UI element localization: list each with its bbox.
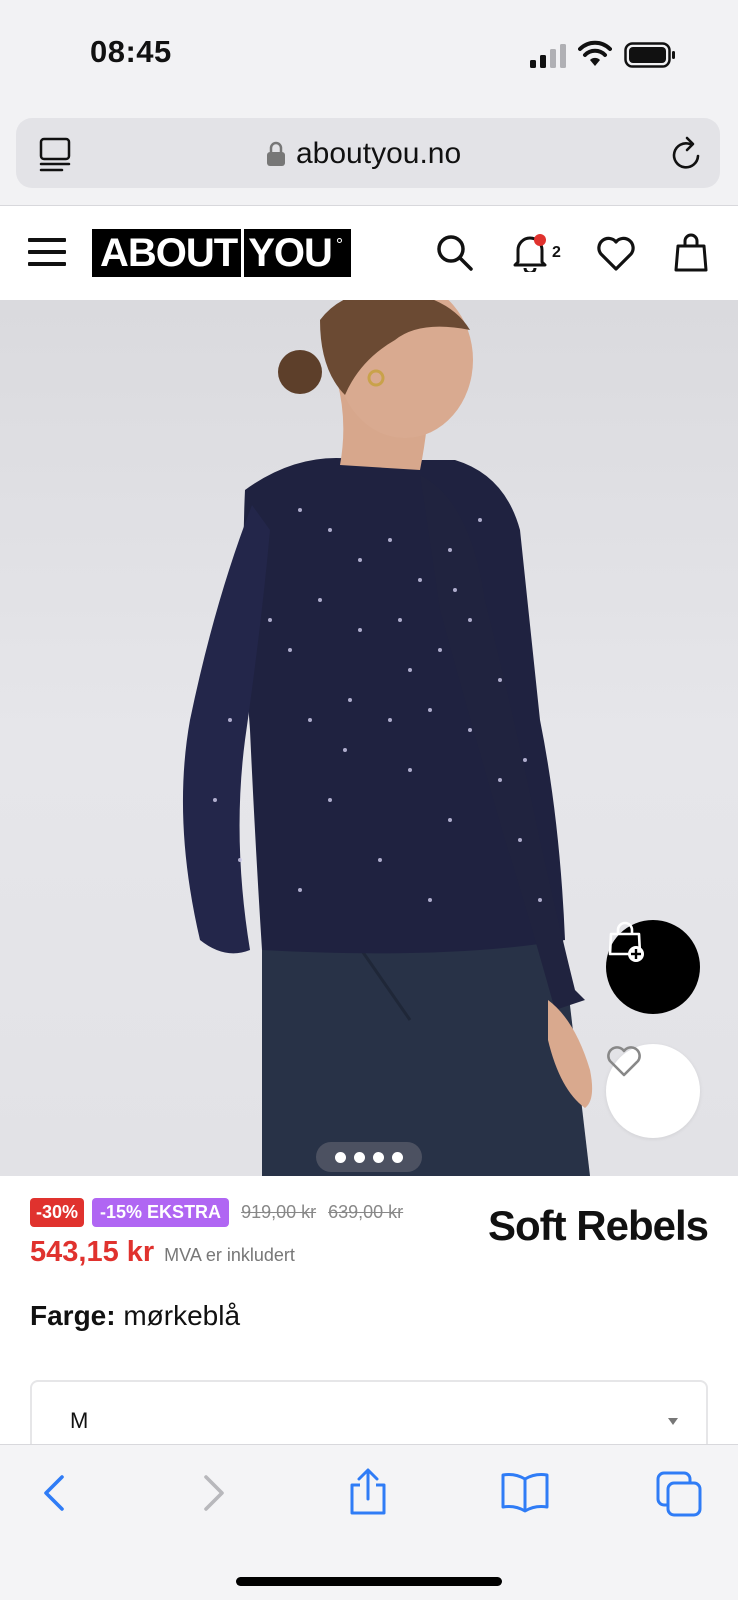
url-text: aboutyou.no xyxy=(296,137,462,170)
about-you-logo[interactable]: ABOUT YOU ° xyxy=(92,229,352,277)
bag-icon[interactable] xyxy=(674,232,708,272)
url-display[interactable]: aboutyou.no xyxy=(266,137,462,170)
notifications-button[interactable]: 2 xyxy=(512,232,572,274)
current-price: 543,15 kr xyxy=(30,1236,155,1268)
browser-toolbar xyxy=(0,1444,738,1600)
status-time: 08:45 xyxy=(90,34,172,69)
current-price-row: 543,15 kr MVA er inkludert xyxy=(30,1236,295,1269)
bookmarks-icon[interactable] xyxy=(500,1471,550,1513)
brand-name[interactable]: Soft Rebels xyxy=(488,1202,709,1250)
site-header: ABOUT YOU ° 2 xyxy=(0,206,738,300)
gallery-dot[interactable] xyxy=(373,1151,384,1163)
tabs-overview-icon[interactable] xyxy=(656,1471,702,1517)
page-menu-icon[interactable] xyxy=(38,136,72,172)
heart-icon[interactable] xyxy=(596,234,636,272)
gallery-dot[interactable] xyxy=(392,1151,403,1163)
product-info: -30% -15% EKSTRA 919,00 kr 639,00 kr 543… xyxy=(0,1176,738,1460)
menu-icon[interactable] xyxy=(28,236,66,268)
logo-text-right: YOU xyxy=(248,231,333,275)
battery-icon xyxy=(624,42,675,68)
wishlist-button[interactable] xyxy=(606,1044,700,1138)
browser-address-area: aboutyou.no xyxy=(0,110,738,206)
logo-mark: ° xyxy=(335,235,344,255)
notification-dot xyxy=(534,234,546,246)
discount-badge: -30% xyxy=(30,1198,85,1227)
lock-icon xyxy=(267,141,285,166)
extra-discount-badge: -15% EKSTRA xyxy=(92,1198,230,1227)
logo-text-left: ABOUT xyxy=(100,231,238,275)
status-bar: 08:45 xyxy=(0,0,738,110)
cellular-signal-icon xyxy=(530,44,566,68)
chevron-down-icon xyxy=(668,1418,678,1425)
notification-count: 2 xyxy=(552,244,561,261)
reload-icon[interactable] xyxy=(670,136,704,172)
address-bar[interactable]: aboutyou.no xyxy=(16,118,720,188)
sale-price-before-extra: 639,00 kr xyxy=(328,1202,404,1222)
share-icon[interactable] xyxy=(346,1467,390,1517)
wifi-icon xyxy=(578,40,612,66)
back-icon[interactable] xyxy=(38,1473,72,1513)
home-indicator xyxy=(236,1577,502,1586)
vat-note: MVA er inkludert xyxy=(164,1245,295,1265)
original-price: 919,00 kr xyxy=(241,1202,317,1222)
heart-outline-icon xyxy=(607,1046,641,1077)
color-value: mørkeblå xyxy=(123,1300,241,1331)
price-badges: -30% -15% EKSTRA 919,00 kr 639,00 kr xyxy=(30,1198,403,1227)
gallery-dot[interactable] xyxy=(335,1151,346,1163)
search-icon[interactable] xyxy=(436,234,474,272)
gallery-pagination[interactable] xyxy=(316,1142,422,1172)
color-label: Farge: xyxy=(30,1300,116,1331)
size-value: M xyxy=(70,1408,89,1433)
color-info: Farge: mørkeblå xyxy=(30,1300,240,1332)
bag-plus-icon xyxy=(608,921,644,962)
gallery-dot[interactable] xyxy=(354,1151,365,1163)
add-to-bag-button[interactable] xyxy=(606,920,700,1014)
forward-icon[interactable] xyxy=(196,1473,230,1513)
product-image-gallery[interactable] xyxy=(0,300,738,1176)
